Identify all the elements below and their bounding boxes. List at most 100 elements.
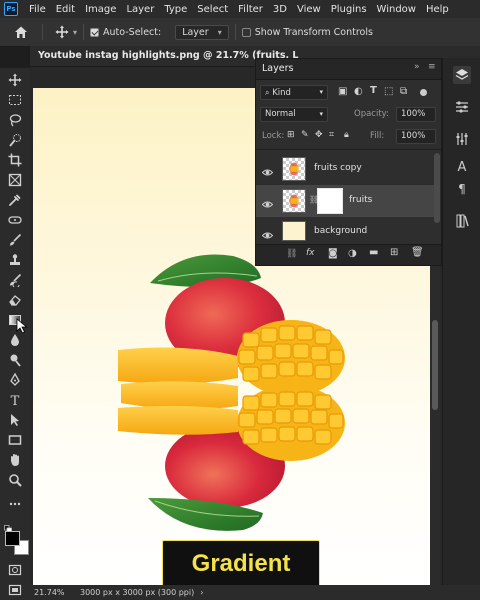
quick-select-tool-icon[interactable] xyxy=(7,132,23,148)
visibility-eye-icon[interactable] xyxy=(261,195,274,208)
menu-plugins[interactable]: Plugins xyxy=(326,4,372,15)
blend-mode-dropdown[interactable]: Normal ▾ xyxy=(260,107,328,122)
new-group-icon[interactable]: ▬ xyxy=(369,247,378,258)
new-layer-icon[interactable]: ⊞ xyxy=(390,247,398,258)
lock-transparent-icon[interactable]: ⊞ xyxy=(287,130,295,140)
menu-help[interactable]: Help xyxy=(421,4,454,15)
eyedropper-tool-icon[interactable] xyxy=(7,192,23,208)
marquee-tool-icon[interactable] xyxy=(7,92,23,108)
layers-panel-icon[interactable] xyxy=(453,66,471,84)
filter-kind-label: Kind xyxy=(272,88,291,98)
quick-mask-icon[interactable] xyxy=(7,562,23,578)
mouse-cursor-icon xyxy=(16,318,28,334)
visibility-eye-icon[interactable] xyxy=(261,226,274,239)
menu-layer[interactable]: Layer xyxy=(121,4,159,15)
more-tools-icon[interactable] xyxy=(7,496,23,512)
layers-panel-title[interactable]: Layers xyxy=(262,63,293,74)
filter-type-icon[interactable]: T xyxy=(370,85,377,96)
clone-stamp-tool-icon[interactable] xyxy=(7,252,23,268)
fill-value: 100% xyxy=(401,131,426,141)
path-selection-tool-icon[interactable] xyxy=(7,412,23,428)
collapse-panel-icon[interactable]: » xyxy=(414,62,420,72)
default-colors-icon[interactable] xyxy=(4,518,12,533)
auto-select-checkbox[interactable] xyxy=(90,27,100,37)
type-tool-icon[interactable]: T xyxy=(7,392,23,408)
layer-thumbnail xyxy=(282,157,306,181)
zoom-level[interactable]: 21.74% xyxy=(34,588,80,597)
mango-slice xyxy=(118,405,238,435)
brush-tool-icon[interactable] xyxy=(7,232,23,248)
fill-label: Fill: xyxy=(370,131,385,141)
layer-row-fruits-copy[interactable]: fruits copy xyxy=(256,153,434,185)
menu-type[interactable]: Type xyxy=(159,4,192,15)
layer-name[interactable]: fruits copy xyxy=(314,163,362,173)
layer-name[interactable]: background xyxy=(314,226,367,236)
healing-brush-tool-icon[interactable] xyxy=(7,212,23,228)
adjustments-panel-icon[interactable] xyxy=(453,130,471,148)
layer-row-background[interactable]: background xyxy=(256,217,434,245)
layer-name[interactable]: fruits xyxy=(349,195,372,205)
crop-tool-icon[interactable] xyxy=(7,152,23,168)
fill-field[interactable]: 100% xyxy=(396,129,436,144)
lasso-tool-icon[interactable] xyxy=(7,112,23,128)
document-info[interactable]: 3000 px x 3000 px (300 ppi) xyxy=(80,588,194,597)
chevron-down-icon: ▾ xyxy=(319,88,323,96)
menu-image[interactable]: Image xyxy=(80,4,121,15)
rectangle-tool-icon[interactable] xyxy=(7,432,23,448)
pen-tool-icon[interactable] xyxy=(7,372,23,388)
search-icon: ⌕ xyxy=(265,88,270,97)
move-tool-icon[interactable] xyxy=(7,72,23,88)
history-brush-tool-icon[interactable] xyxy=(7,272,23,288)
eraser-tool-icon[interactable] xyxy=(7,292,23,308)
lock-artboard-icon[interactable]: ⌗ xyxy=(329,130,334,140)
properties-panel-icon[interactable] xyxy=(453,98,471,116)
opacity-field[interactable]: 100% xyxy=(396,107,436,122)
character-panel-icon[interactable]: A xyxy=(453,160,471,178)
chevron-right-icon[interactable]: › xyxy=(200,588,203,597)
dodge-tool-icon[interactable] xyxy=(7,352,23,368)
scrollbar-thumb[interactable] xyxy=(432,320,438,410)
zoom-tool-icon[interactable] xyxy=(7,472,23,488)
panel-menu-icon[interactable]: ≡ xyxy=(428,62,436,72)
layers-panel: Layers » ≡ ⌕ Kind ▾ ▣ ◐ T ⬚ ⧉ Normal ▾ O… xyxy=(255,58,442,266)
lock-position-icon[interactable]: ✥ xyxy=(315,130,323,140)
adjustment-layer-icon[interactable]: ◑ xyxy=(348,248,357,259)
delete-layer-icon[interactable]: 🗑︎ xyxy=(411,247,424,258)
filter-toggle-icon[interactable] xyxy=(420,89,427,96)
filter-pixel-icon[interactable]: ▣ xyxy=(338,86,347,97)
menu-select[interactable]: Select xyxy=(192,4,233,15)
screen-mode-icon[interactable] xyxy=(7,582,23,598)
frame-tool-icon[interactable] xyxy=(7,172,23,188)
add-mask-icon[interactable]: ◙ xyxy=(328,248,338,259)
menu-3d[interactable]: 3D xyxy=(268,4,292,15)
menu-filter[interactable]: Filter xyxy=(233,4,268,15)
filter-smart-object-icon[interactable]: ⧉ xyxy=(400,86,407,97)
layer-style-fx-icon[interactable]: fx xyxy=(306,248,315,258)
lock-image-icon[interactable]: ✎ xyxy=(301,130,309,140)
auto-select-target-dropdown[interactable]: Layer ▾ xyxy=(175,24,229,40)
move-tool-preset-icon[interactable] xyxy=(55,25,69,39)
libraries-panel-icon[interactable] xyxy=(453,212,471,230)
menu-edit[interactable]: Edit xyxy=(51,4,80,15)
hand-tool-icon[interactable] xyxy=(7,452,23,468)
menu-file[interactable]: File xyxy=(24,4,51,15)
menu-window[interactable]: Window xyxy=(372,4,421,15)
show-transform-checkbox[interactable] xyxy=(241,27,251,37)
menu-bar: Ps File Edit Image Layer Type Select Fil… xyxy=(0,0,480,18)
link-layers-icon[interactable]: ⛓ xyxy=(286,249,297,259)
foreground-color-swatch[interactable] xyxy=(5,531,20,546)
layers-scrollbar[interactable] xyxy=(434,153,440,223)
layer-row-fruits[interactable]: ⛓ fruits xyxy=(256,185,434,217)
cubed-mango-top xyxy=(237,320,345,396)
layer-mask-thumbnail[interactable] xyxy=(317,188,343,214)
lock-all-icon[interactable]: 🔒︎ xyxy=(344,130,349,140)
paragraph-panel-icon[interactable]: ¶ xyxy=(453,182,471,200)
chevron-down-icon[interactable]: ▾ xyxy=(73,28,77,37)
visibility-eye-icon[interactable] xyxy=(261,163,274,176)
filter-adjustment-icon[interactable]: ◐ xyxy=(354,86,363,97)
layer-filter-kind-dropdown[interactable]: ⌕ Kind ▾ xyxy=(260,85,328,100)
menu-view[interactable]: View xyxy=(292,4,326,15)
home-icon[interactable] xyxy=(14,25,28,39)
blur-tool-icon[interactable] xyxy=(7,332,23,348)
filter-shape-icon[interactable]: ⬚ xyxy=(384,86,393,97)
